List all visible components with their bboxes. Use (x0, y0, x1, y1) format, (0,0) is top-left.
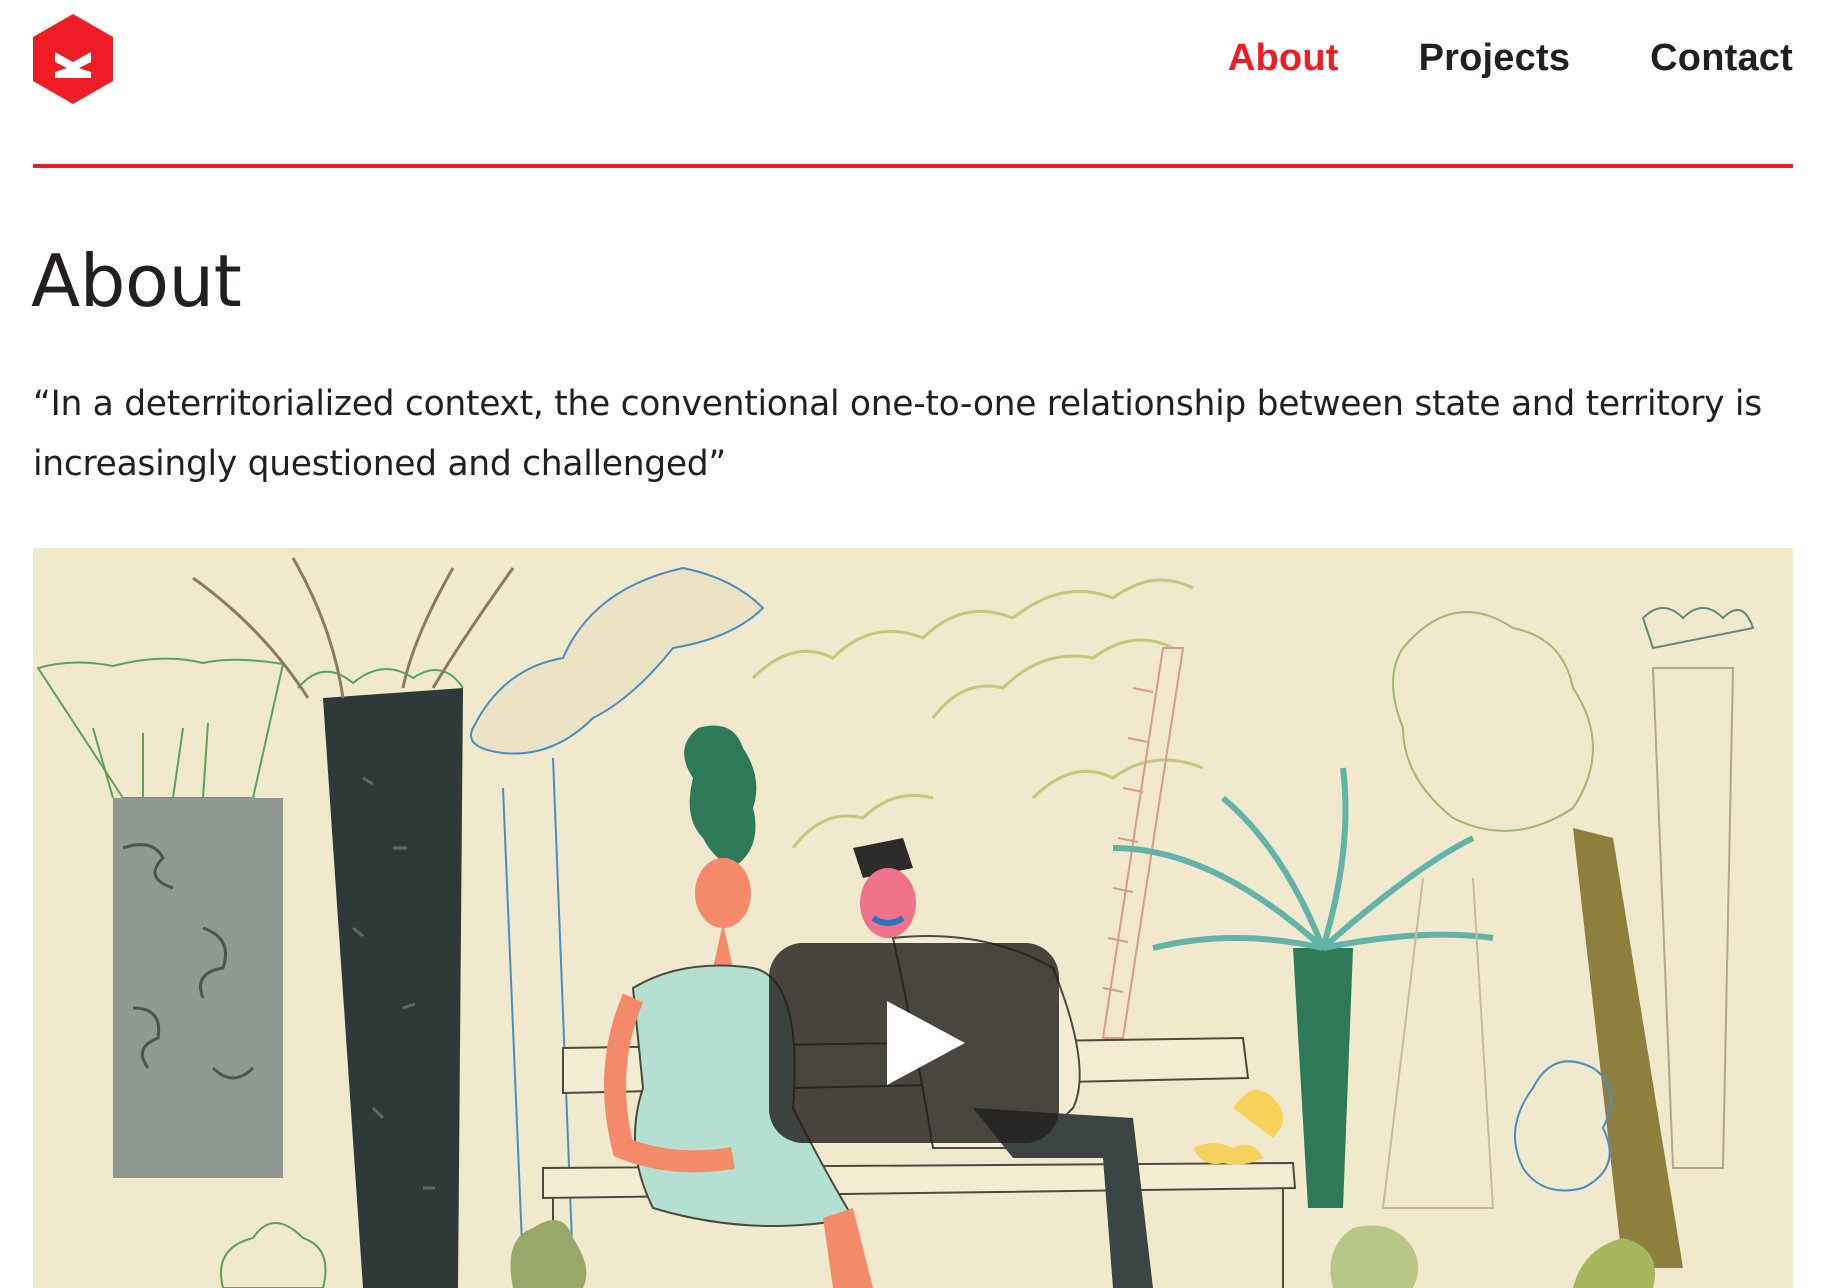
grey-tree (36, 657, 285, 1178)
dotted-bush (470, 566, 765, 755)
logo-link[interactable] (33, 14, 113, 104)
leafy-branches (751, 578, 1204, 849)
video-thumbnail-illustration (36, 557, 1755, 1288)
video-player[interactable] (33, 548, 1793, 1288)
hexagon-logo-icon (33, 14, 113, 104)
nav-about[interactable]: About (1228, 34, 1339, 82)
play-button[interactable] (769, 943, 1059, 1143)
page: About Projects Contact About “In a deter… (0, 0, 1828, 1288)
quote-text: “In a deterritorialized context, the con… (33, 384, 1762, 484)
green-palm (1112, 767, 1494, 1208)
play-icon (887, 1001, 965, 1085)
nav-contact[interactable]: Contact (1650, 34, 1793, 82)
main-nav: About Projects Contact (1148, 34, 1793, 82)
page-title: About (31, 239, 242, 323)
nav-projects[interactable]: Projects (1419, 34, 1571, 82)
header-divider (33, 164, 1793, 168)
